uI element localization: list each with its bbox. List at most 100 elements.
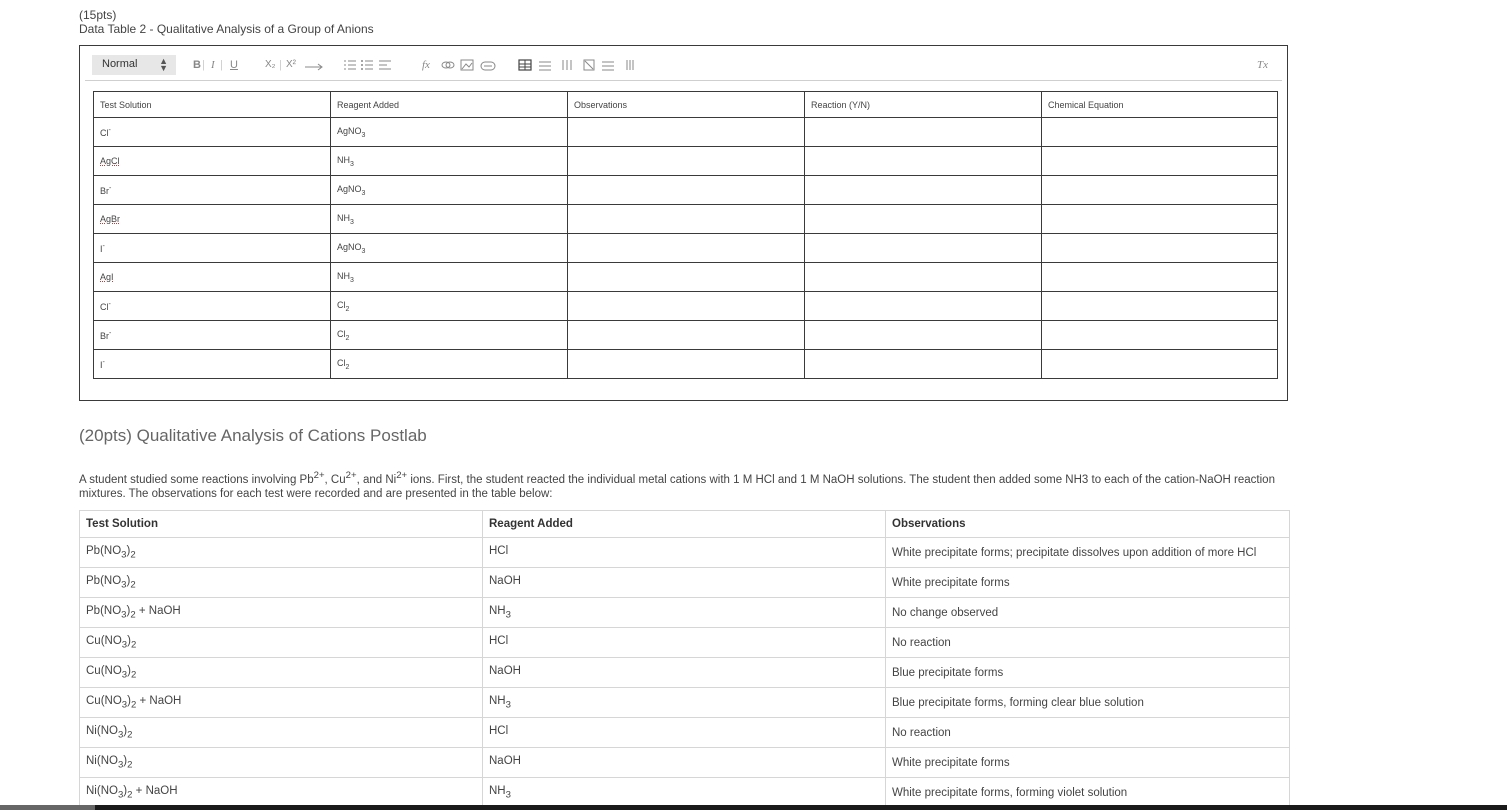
reaction-cell[interactable] (804, 175, 1042, 205)
scrollbar-thumb[interactable] (0, 805, 95, 810)
table-column-icon[interactable] (560, 58, 574, 74)
reagent-text: NaOH (489, 754, 521, 767)
reaction-cell[interactable] (804, 204, 1042, 234)
reagent-subscript: 3 (350, 276, 354, 284)
intro-charge: 2+ (345, 470, 357, 481)
solution-suffix: + NaOH (135, 604, 181, 617)
reaction-cell[interactable] (804, 349, 1042, 379)
subscript-button[interactable]: X₂ (265, 58, 276, 74)
header-cell[interactable]: Test Solution (93, 91, 331, 118)
link-icon[interactable] (441, 58, 455, 74)
charge-superscript: - (109, 329, 112, 337)
metal-symbol: Cu (86, 694, 101, 707)
italic-button[interactable]: I (211, 58, 215, 74)
test-solution-cell[interactable]: Br- (93, 320, 331, 350)
table-row: Ni(NO3)2 NaOH White precipitate forms (79, 747, 1290, 778)
reagent-cell[interactable]: AgNO3 (330, 233, 568, 263)
equation-cell[interactable] (1041, 291, 1278, 321)
horizontal-scrollbar[interactable] (0, 805, 1507, 810)
test-solution-cell[interactable]: Br- (93, 175, 331, 205)
image-icon[interactable] (460, 58, 474, 74)
superscript-button[interactable]: X² (286, 58, 296, 74)
header-cell[interactable]: Chemical Equation (1041, 91, 1278, 118)
equation-cell[interactable] (1041, 204, 1278, 234)
table-row-icon[interactable] (538, 58, 552, 74)
observations-cell[interactable] (567, 204, 805, 234)
subscript: 2 (130, 669, 137, 681)
reagent-cell[interactable]: Cl2 (330, 291, 568, 321)
reagent-cell: NH3 (482, 687, 886, 718)
solution-suffix: + NaOH (136, 694, 182, 707)
paragraph-style-select[interactable]: Normal ▲ ▼ (92, 55, 176, 75)
ordered-list-icon[interactable] (343, 58, 357, 74)
bullet-list-icon[interactable] (360, 58, 374, 74)
reagent-cell[interactable]: AgNO3 (330, 175, 568, 205)
reaction-cell[interactable] (804, 291, 1042, 321)
reagent-cell[interactable]: NH3 (330, 262, 568, 292)
table-row: AgCl NH3 (93, 146, 1278, 176)
test-solution-cell[interactable]: Cl- (93, 117, 331, 147)
reagent-text: HCl (489, 634, 509, 647)
test-solution-cell[interactable]: I- (93, 233, 331, 263)
observations-cell[interactable] (567, 175, 805, 205)
reagent-cell: NH3 (482, 597, 886, 628)
test-solution-cell[interactable]: I- (93, 349, 331, 379)
test-solution-cell: Cu(NO3)2 + NaOH (79, 687, 483, 718)
header-cell[interactable]: Reagent Added (330, 91, 568, 118)
observations-cell[interactable] (567, 349, 805, 379)
reagent-cell[interactable]: Cl2 (330, 349, 568, 379)
equation-cell[interactable] (1041, 349, 1278, 379)
reagent-text: HCl (489, 724, 509, 737)
delete-row-icon[interactable] (601, 58, 615, 74)
reagent-subscript: 3 (361, 247, 366, 255)
observations-cell[interactable] (567, 146, 805, 176)
test-solution-cell[interactable]: AgI (93, 262, 331, 292)
equation-cell[interactable] (1041, 233, 1278, 263)
attachment-icon[interactable] (480, 61, 496, 77)
observations-cell[interactable] (567, 291, 805, 321)
equation-cell[interactable] (1041, 262, 1278, 292)
equation-cell[interactable] (1041, 117, 1278, 147)
equation-cell[interactable] (1041, 146, 1278, 176)
observations-cell[interactable] (567, 117, 805, 147)
intro-charge: 2+ (313, 470, 325, 481)
reagent-cell[interactable]: NH3 (330, 204, 568, 234)
delete-table-icon[interactable] (582, 58, 596, 74)
reagent-cell[interactable]: Cl2 (330, 320, 568, 350)
reagent-cell[interactable]: AgNO3 (330, 117, 568, 147)
test-solution-cell: Cu(NO3)2 (79, 657, 483, 688)
formula-button[interactable]: fx (422, 58, 430, 74)
underline-button[interactable]: U (230, 58, 238, 74)
reaction-cell[interactable] (804, 233, 1042, 263)
observations-cell: White precipitate forms; precipitate dis… (885, 537, 1290, 568)
metal-symbol: Cu (86, 634, 101, 647)
intro-charge: 2+ (396, 470, 408, 481)
test-solution-cell[interactable]: Cl- (93, 291, 331, 321)
reaction-cell[interactable] (804, 117, 1042, 147)
observations-cell[interactable] (567, 262, 805, 292)
table-row: Pb(NO3)2 HCl White precipitate forms; prec… (79, 537, 1290, 568)
test-solution-cell[interactable]: AgBr (93, 204, 331, 234)
reagent-cell: HCl (482, 627, 886, 658)
equation-cell[interactable] (1041, 320, 1278, 350)
reagent-cell[interactable]: NH3 (330, 146, 568, 176)
bold-button[interactable]: B (193, 58, 201, 74)
delete-column-icon[interactable] (623, 58, 637, 74)
header-cell[interactable]: Reaction (Y/N) (804, 91, 1042, 118)
rich-text-editor[interactable]: Normal ▲ ▼ B | I | U X₂ | X² fx Tx Test … (79, 45, 1288, 401)
reaction-cell[interactable] (804, 146, 1042, 176)
observations-cell[interactable] (567, 320, 805, 350)
insert-table-icon[interactable] (518, 58, 532, 74)
header-cell[interactable]: Observations (567, 91, 805, 118)
reaction-cell[interactable] (804, 320, 1042, 350)
clear-formatting-button[interactable]: Tx (1257, 59, 1268, 71)
reaction-cell[interactable] (804, 262, 1042, 292)
observations-cell: Blue precipitate forms, forming clear bl… (885, 687, 1290, 718)
subscript: 3 (121, 579, 127, 591)
equation-cell[interactable] (1041, 175, 1278, 205)
arrow-right-icon[interactable] (304, 59, 324, 75)
table-row: Pb(NO3)2 + NaOH NH3 No change observed (79, 597, 1290, 628)
align-left-icon[interactable] (378, 58, 392, 74)
test-solution-cell[interactable]: AgCl (93, 146, 331, 176)
observations-cell[interactable] (567, 233, 805, 263)
